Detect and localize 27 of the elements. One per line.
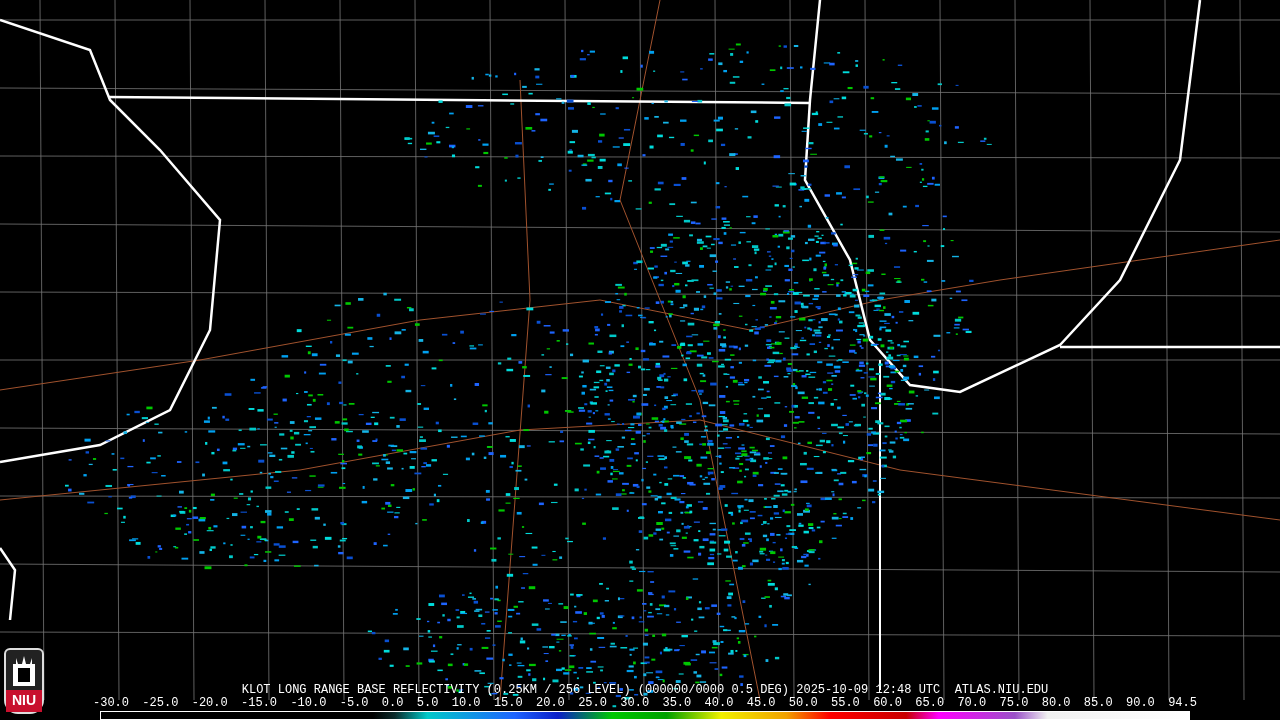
scale-label: 75.0 — [999, 697, 1029, 710]
scale-label: 90.0 — [1126, 697, 1155, 710]
scale-label: 80.0 — [1041, 697, 1071, 710]
scale-label: 25.0 — [578, 697, 607, 710]
scale-label: -5.0 — [339, 697, 369, 710]
scale-label: 15.0 — [493, 697, 523, 710]
scale-label: 0.0 — [381, 697, 404, 710]
scale-label: 40.0 — [704, 697, 734, 710]
scale-label: 20.0 — [536, 697, 565, 710]
scale-label: 35.0 — [662, 697, 692, 710]
scale-label: 50.0 — [788, 697, 818, 710]
scale-label: -15.0 — [241, 697, 278, 710]
scale-label: 60.0 — [873, 697, 902, 710]
logo-text: NIU — [6, 690, 42, 712]
scale-label: 55.0 — [831, 697, 860, 710]
scale-label: 45.0 — [746, 697, 776, 710]
scale-label: -25.0 — [142, 697, 179, 710]
scale-label: -30.0 — [93, 697, 129, 710]
scale-label: -10.0 — [290, 697, 327, 710]
scale-label: 70.0 — [957, 697, 987, 710]
scale-label: 94.5 — [1168, 697, 1197, 710]
scale-label: 85.0 — [1083, 697, 1113, 710]
scale-label: 65.0 — [915, 697, 945, 710]
scale-label: 5.0 — [416, 697, 439, 710]
scale-label: 30.0 — [620, 697, 650, 710]
scale-label: 10.0 — [451, 697, 481, 710]
scale-label: -20.0 — [191, 697, 228, 710]
